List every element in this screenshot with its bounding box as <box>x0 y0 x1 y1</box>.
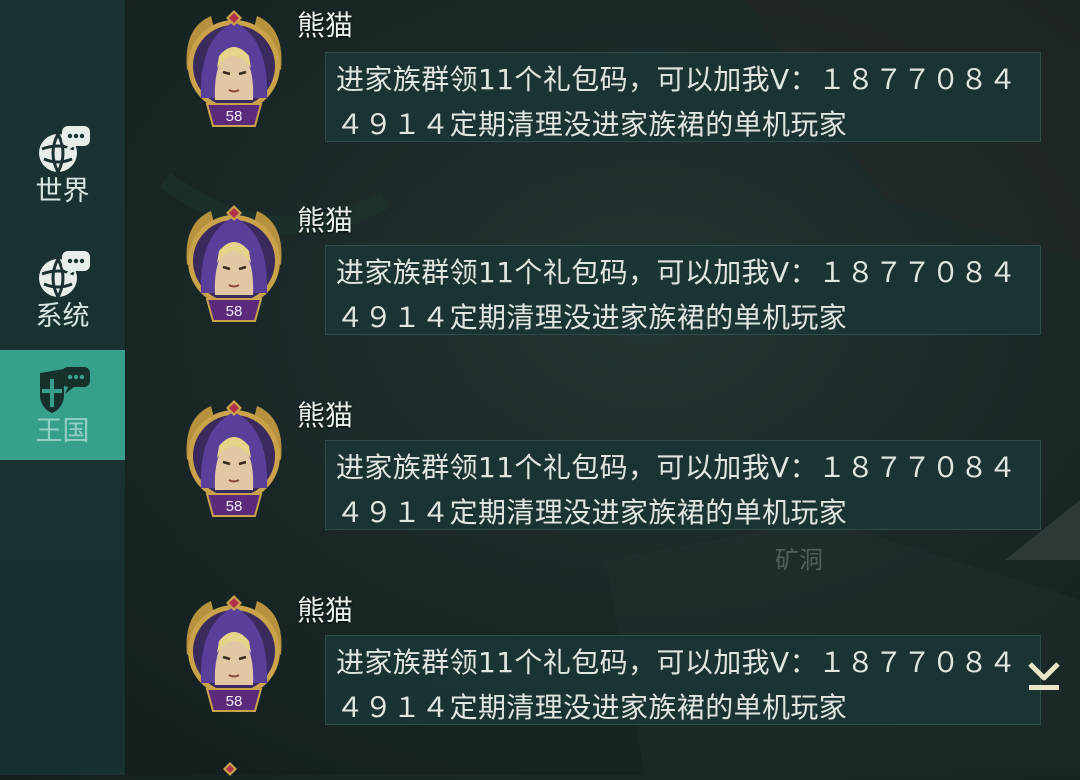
player-avatar[interactable]: 58 <box>173 8 295 130</box>
level-badge: 58 <box>226 108 243 125</box>
level-badge: 58 <box>226 303 243 320</box>
sender-name[interactable]: 熊猫 <box>297 394 353 434</box>
message-bubble: 进家族群领11个礼包码，可以加我V：１８７７０８４４９１４定期清理没进家族裙的单… <box>325 245 1041 335</box>
kingdom-shield-icon <box>39 367 90 413</box>
player-avatar[interactable]: 58 <box>173 593 295 715</box>
player-avatar[interactable]: 58 <box>173 398 295 520</box>
channel-sidebar: 世界 系统 王国 <box>0 0 126 775</box>
level-badge: 58 <box>226 498 243 515</box>
sender-name[interactable]: 熊猫 <box>297 199 353 239</box>
tab-world-label: 世界 <box>35 176 90 207</box>
chat-message: 58 熊猫 进家族群领11个礼包码，可以加我V：１８７７０８４４９１４定期清理没… <box>125 0 1080 190</box>
message-bubble: 进家族群领11个礼包码，可以加我V：１８７７０８４４９１４定期清理没进家族裙的单… <box>325 52 1041 142</box>
chat-message: 58 熊猫 进家族群领11个礼包码，可以加我V：１８７７０８４４９１４定期清理没… <box>125 195 1080 385</box>
tab-kingdom-label: 王国 <box>35 416 90 447</box>
chat-message: 58 熊猫 进家族群领11个礼包码，可以加我V：１８７７０８４４９１４定期清理没… <box>125 390 1080 580</box>
tab-world[interactable]: 世界 <box>0 110 125 220</box>
level-badge: 58 <box>226 693 243 710</box>
tab-system-label: 系统 <box>35 301 90 332</box>
chat-message: 58 熊猫 进家族群领11个礼包码，可以加我V：１８７７０８４４９１４定期清理没… <box>125 585 1080 775</box>
message-bubble: 进家族群领11个礼包码，可以加我V：１８７７０８４４９１４定期清理没进家族裙的单… <box>325 440 1041 530</box>
tab-kingdom[interactable]: 王国 <box>0 350 125 460</box>
chat-globe-icon <box>38 126 90 173</box>
message-bubble: 进家族群领11个礼包码，可以加我V：１８７７０８４４９１４定期清理没进家族裙的单… <box>325 635 1041 725</box>
tab-system[interactable]: 系统 <box>0 235 125 345</box>
partial-avatar-crest <box>223 762 237 776</box>
player-avatar[interactable]: 58 <box>173 203 295 325</box>
sender-name[interactable]: 熊猫 <box>297 589 353 629</box>
chat-globe-icon <box>38 251 90 298</box>
sender-name[interactable]: 熊猫 <box>297 4 353 44</box>
scroll-to-bottom-icon[interactable] <box>1024 658 1064 698</box>
